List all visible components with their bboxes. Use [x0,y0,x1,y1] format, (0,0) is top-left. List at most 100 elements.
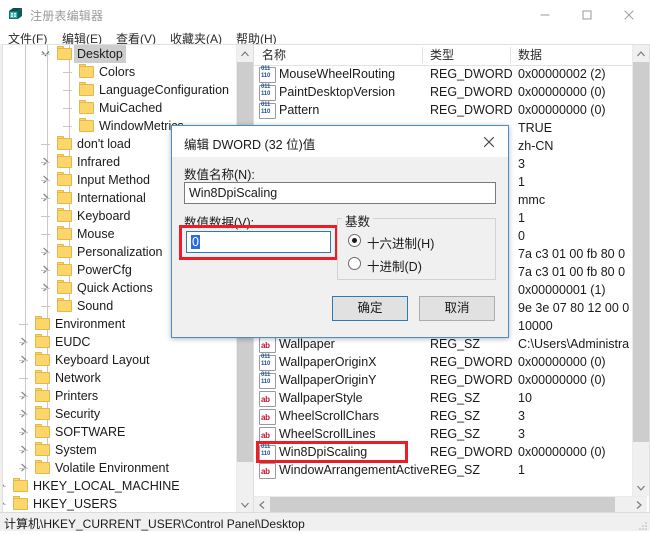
tree-connector-line [19,342,28,343]
maximize-button[interactable] [566,0,608,30]
tree-scroll-up-icon[interactable] [237,45,253,62]
tree-connector-line [41,162,50,163]
window-title: 注册表编辑器 [30,9,104,23]
value-data-cell: 0x00000002 (2) [518,67,606,81]
value-type-cell: REG_DWORD [430,373,513,387]
tree-item-label: SOFTWARE [55,425,126,439]
table-row[interactable]: 011 110 Pattern REG_DWORD 0x00000000 (0) [254,101,630,119]
table-row[interactable]: 011 110 MouseWheelRouting REG_DWORD 0x000000… [254,65,630,83]
dialog-close-icon[interactable] [470,126,508,157]
folder-icon [35,460,50,474]
table-row[interactable]: ab WallpaperStyle REG_SZ 10 [254,389,630,407]
value-data-cell: 0x00000000 (0) [518,445,606,459]
table-row[interactable]: 011 110 WallpaperOriginX REG_DWORD 0x0000000… [254,353,630,371]
menu-bar: 文件(F) 编辑(E) 查看(V) 收藏夹(A) 帮助(H) [0,30,650,46]
string-value-icon: ab [259,409,276,425]
tree-connector-line [41,252,50,253]
list-scroll-up-icon[interactable] [633,45,649,62]
radio-hexadecimal-label[interactable]: 十六进制(H) [367,233,434,252]
tree-item-label: System [55,443,97,457]
tree-item-label: International [77,191,146,205]
value-data-highlight-box [179,225,338,260]
value-data-cell: mmc [518,193,546,207]
value-name-cell: WindowArrangementActive [279,463,430,477]
table-row[interactable]: ab WindowArrangementActive REG_SZ 1 [254,461,630,479]
tree-item-label: HKEY_USERS [33,497,118,511]
tree-connector-line [41,288,50,289]
value-data-cell: 1 [518,211,525,225]
tree-connector-line [41,144,50,145]
tree-connector-line [63,72,72,73]
dword-value-icon: 011 110 [259,84,276,101]
value-type-cell: REG_DWORD [430,355,513,369]
list-vertical-scrollbar[interactable] [632,45,649,496]
status-bar: 计算机\HKEY_CURRENT_USER\Control Panel\Desk… [0,512,650,531]
tree-connector-line [19,468,28,469]
tree-connector-line [19,414,28,415]
column-header-0[interactable]: 名称 [262,45,286,65]
table-row[interactable]: 011 110 WallpaperOriginY REG_DWORD 0x0000000… [254,371,630,389]
radio-decimal-label[interactable]: 十进制(D) [367,256,422,275]
column-header-2[interactable]: 数据 [518,45,542,65]
list-scroll-down-icon[interactable] [633,479,649,496]
value-name-cell: WheelScrollChars [279,409,380,423]
tree-connector-line [41,216,50,217]
list-scroll-thumb[interactable] [633,62,649,442]
tree-connector-line [63,126,72,127]
resize-grip-icon[interactable] [638,520,648,530]
column-divider[interactable] [510,47,511,63]
dialog-title-bar: 编辑 DWORD (32 位)值 [172,126,508,157]
value-type-cell: REG_SZ [430,391,481,405]
folder-icon [79,64,94,78]
value-data-cell: 0x00000000 (0) [518,355,606,369]
folder-icon [57,190,72,204]
list-scroll-right-icon[interactable] [631,497,647,513]
dword-value-icon: 011 110 [259,66,276,83]
tree-connector-line [41,180,50,181]
value-data-cell: 10 [518,391,532,405]
list-hscroll-thumb[interactable] [270,497,615,513]
value-name-cell: WallpaperOriginY [279,373,377,387]
radio-hexadecimal[interactable] [348,234,361,247]
folder-icon [35,316,50,330]
value-name-cell: PaintDesktopVersion [279,85,396,99]
registry-editor-icon [8,7,24,23]
ok-button[interactable]: 确定 [332,296,408,321]
status-path: 计算机\HKEY_CURRENT_USER\Control Panel\Desk… [4,517,305,531]
tree-item-label: Mouse [77,227,115,241]
string-value-icon: ab [259,391,276,407]
tree-connector-line [41,198,50,199]
radio-decimal[interactable] [348,257,361,270]
folder-icon [35,406,50,420]
value-type-cell: REG_DWORD [430,85,513,99]
column-header-1[interactable]: 类型 [430,45,454,65]
tree-item-label: Network [55,371,101,385]
tree-item-label: LanguageConfiguration [99,83,229,97]
tree-item-label: Colors [99,65,136,79]
folder-icon [57,46,72,60]
value-type-cell: REG_DWORD [430,67,513,81]
tree-scroll-down-icon[interactable] [237,496,253,513]
folder-icon [35,388,50,402]
folder-icon [57,244,72,258]
folder-icon [35,352,50,366]
cancel-button[interactable]: 取消 [419,296,495,321]
close-button[interactable] [608,0,650,30]
tree-connector-line [19,378,28,379]
radio-hex-dot [352,238,357,243]
column-divider[interactable] [422,47,423,63]
value-data-cell: 7a c3 01 00 fb 80 0 [518,247,626,261]
minimize-button[interactable] [524,0,566,30]
folder-icon [79,118,94,132]
table-row[interactable]: 011 110 PaintDesktopVersion REG_DWORD 0x0000… [254,83,630,101]
folder-icon [35,424,50,438]
value-name-input[interactable]: Win8DpiScaling [184,182,496,204]
tree-item-label: Quick Actions [77,281,153,295]
table-row[interactable]: ab WheelScrollChars REG_SZ 3 [254,407,630,425]
list-horizontal-scrollbar[interactable] [254,496,647,513]
value-data-cell: 0 [518,229,525,243]
tree-item-label: HKEY_LOCAL_MACHINE [33,479,180,493]
dword-value-icon: 011 110 [259,372,276,389]
list-scroll-left-icon[interactable] [254,497,270,513]
value-type-cell: REG_DWORD [430,103,513,117]
